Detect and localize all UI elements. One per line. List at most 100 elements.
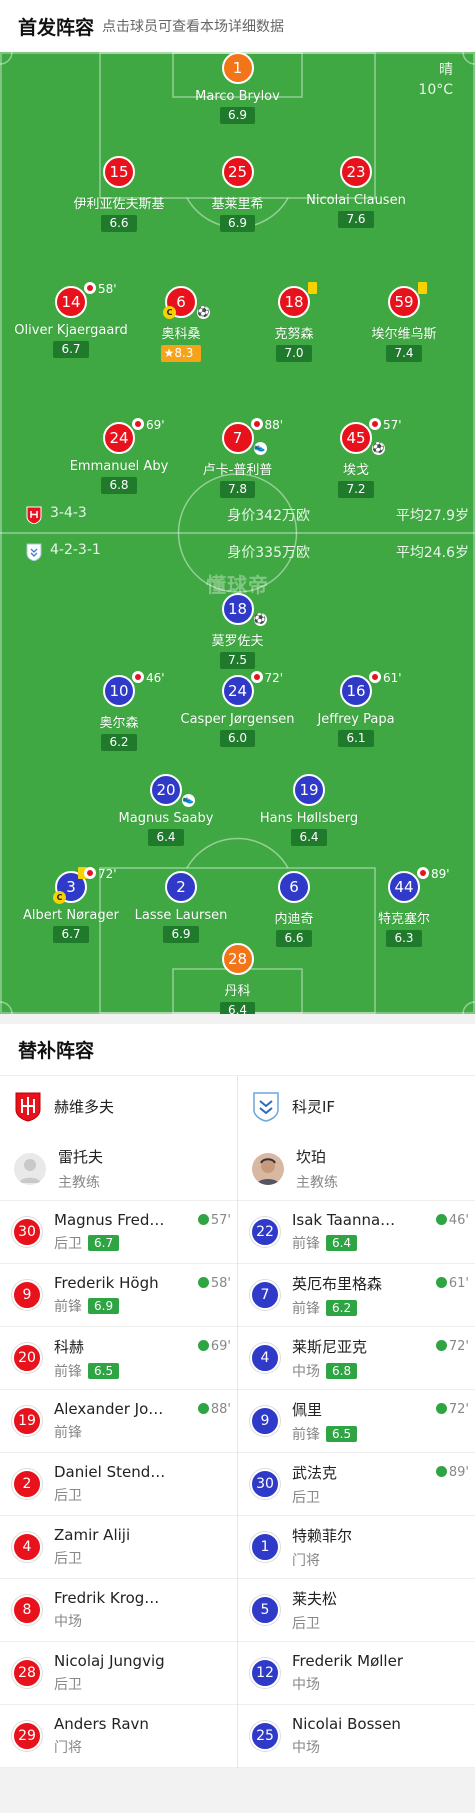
player-number: 45: [340, 422, 372, 454]
bench-player-row[interactable]: 25 Nicolai Bossen 中场: [238, 1705, 475, 1768]
player-rating: 6.4: [291, 829, 327, 846]
player-name: 丹科: [224, 984, 251, 999]
player-rating: 6.9: [88, 1298, 120, 1314]
bench-player-row[interactable]: 12 Frederik Møller 中场: [238, 1642, 475, 1705]
bench-player-row[interactable]: 30 Magnus Fred… 后卫 6.7 57': [0, 1201, 237, 1264]
goal-ball-icon: ⚽: [372, 442, 385, 455]
pitch-player[interactable]: 18 ⚽ 莫罗佐夫 7.5: [163, 593, 313, 669]
bench-player-row[interactable]: 9 Frederik Högh 前锋 6.9 58': [0, 1264, 237, 1327]
sub-on-indicator: 72': [435, 1339, 469, 1354]
coach-avatar: [252, 1152, 284, 1185]
bench-player-row[interactable]: 30 武法克 后卫 89': [238, 1453, 475, 1516]
pitch-player[interactable]: 45 57' ⚽ 埃戈 7.2: [281, 418, 431, 498]
pitch-player[interactable]: 19 Hans Høllsberg 6.4: [234, 774, 384, 846]
sub-minute: 61': [383, 671, 402, 685]
sub-on-indicator: 88': [197, 1402, 231, 1417]
pitch-player[interactable]: 20 👟 Magnus Saaby 6.4: [91, 774, 241, 846]
pitch-player[interactable]: 44 89' 特克塞尔 6.3: [329, 867, 475, 947]
home-formation: 3-4-3: [50, 505, 87, 521]
substitutes-title: 替补阵容: [0, 1024, 475, 1076]
bench-player-row[interactable]: 20 科赫 前锋 6.5 69': [0, 1327, 237, 1390]
player-number: 19: [12, 1406, 42, 1436]
sub-on-icon: [435, 1277, 447, 1288]
sub-minute: 72': [448, 1339, 469, 1354]
weather-condition: 晴: [439, 62, 453, 78]
player-position: 前锋: [292, 1426, 320, 1443]
star-icon: ★: [163, 346, 175, 360]
home-bench: 赫维多夫 雷托夫 主教练 30 Magnus Fred… 后卫 6.7 57' 9 Frede…: [0, 1076, 238, 1768]
bench-player-row[interactable]: 28 Nicolaj Jungvig 后卫: [0, 1642, 237, 1705]
player-number: 23: [340, 156, 372, 188]
bench-player-row[interactable]: 1 特赖菲尔 门将: [238, 1516, 475, 1579]
player-position: 门将: [54, 1740, 82, 1756]
player-rating: 6.4: [219, 1002, 256, 1014]
bench-player-row[interactable]: 8 Fredrik Krogs… 中场: [0, 1579, 237, 1642]
player-position: 前锋: [292, 1236, 320, 1252]
pitch-player[interactable]: 59 埃尔维乌斯 7.4: [329, 282, 475, 362]
home-coach[interactable]: 雷托夫 主教练: [0, 1137, 237, 1201]
player-name: Magnus Saaby: [118, 811, 214, 826]
person-icon: [256, 1157, 280, 1185]
bench-player-row[interactable]: 9 佩里 前锋 6.5 72': [238, 1390, 475, 1453]
weather-info: 晴 10°C: [418, 60, 453, 100]
home-team-logo-icon: [15, 1092, 41, 1122]
player-number: 5: [250, 1595, 280, 1625]
sub-off-indicator: 89': [417, 867, 450, 881]
player-name: 英厄布里格森: [292, 1274, 383, 1293]
weather-temp: 10°C: [418, 82, 453, 98]
player-number: 15: [103, 156, 135, 188]
captain-icon: C: [53, 891, 66, 904]
bench-player-row[interactable]: 19 Alexander Jo… 前锋 88': [0, 1390, 237, 1453]
sub-off-icon: [417, 867, 429, 879]
substitutes-section: 替补阵容 赫维多夫 雷托夫 主教练 30 Magnus Fred… 后卫 6.7 57' 9…: [0, 1024, 475, 1768]
player-number: 7: [221, 422, 254, 454]
pitch-player[interactable]: 28 丹科 6.4: [163, 943, 313, 1014]
player-number: 2: [165, 871, 197, 903]
bench-player-row[interactable]: 22 Isak Taannan… 前锋 6.4 46': [238, 1201, 475, 1264]
sub-on-icon: [197, 1277, 209, 1288]
bench-player-row[interactable]: 2 Daniel Stende… 后卫: [0, 1453, 237, 1516]
player-name: Isak Taannan…: [292, 1211, 404, 1229]
coach-name: 坎珀: [296, 1147, 327, 1166]
home-age: 平均27.9岁: [395, 508, 469, 524]
player-position: 门将: [292, 1552, 320, 1569]
pitch-player[interactable]: 23 Nicolai Clausen 7.6: [281, 156, 431, 228]
player-position: 前锋: [54, 1425, 82, 1441]
player-position: 前锋: [292, 1300, 320, 1317]
player-number: 14: [55, 286, 87, 318]
away-coach[interactable]: 坎珀 主教练: [238, 1137, 475, 1201]
player-name: 佩里: [292, 1400, 323, 1419]
player-name: Alexander Jo…: [54, 1400, 164, 1418]
bench-player-row[interactable]: 5 莱夫松 后卫: [238, 1579, 475, 1642]
player-rating: 6.7: [53, 341, 89, 358]
player-rating: 6.9: [163, 926, 199, 943]
player-number: 24: [103, 422, 135, 454]
player-rating: 6.3: [386, 930, 422, 947]
player-name: Nicolaj Jungvig: [54, 1652, 165, 1670]
goal-ball-icon: ⚽: [253, 613, 267, 626]
pitch-player[interactable]: 1 Marco Brylov 6.9: [163, 52, 313, 124]
player-number: 44: [388, 871, 420, 903]
player-name: 莱斯尼亚克: [292, 1337, 368, 1356]
player-position: 后卫: [54, 1236, 82, 1252]
player-rating: 7.5: [219, 652, 256, 669]
bench-player-row[interactable]: 29 Anders Ravn 门将: [0, 1705, 237, 1768]
away-team-header[interactable]: 科灵IF: [238, 1076, 475, 1137]
player-rating: 7.2: [338, 481, 374, 498]
sub-off-icon: [369, 418, 381, 430]
sub-minute: 88': [210, 1402, 231, 1417]
sub-on-indicator: 69': [197, 1339, 231, 1354]
home-team-header[interactable]: 赫维多夫: [0, 1076, 237, 1137]
lineup-hint: 点击球员可查看本场详细数据: [102, 19, 285, 35]
player-position: 后卫: [292, 1489, 320, 1506]
player-number: 9: [250, 1406, 280, 1436]
pitch-player[interactable]: 16 61' Jeffrey Papa 6.1: [281, 671, 431, 747]
bench-player-row[interactable]: 4 Zamir Aliji 后卫: [0, 1516, 237, 1579]
player-position: 中场: [54, 1614, 82, 1630]
bench-player-row[interactable]: 7 英厄布里格森 前锋 6.2 61': [238, 1264, 475, 1327]
bench-player-row[interactable]: 4 莱斯尼亚克 中场 6.8 72': [238, 1327, 475, 1390]
sub-minute: 89': [448, 1465, 469, 1480]
player-number: 59: [388, 286, 420, 318]
away-team-logo-icon: [253, 1091, 279, 1122]
player-number: 29: [12, 1721, 42, 1751]
